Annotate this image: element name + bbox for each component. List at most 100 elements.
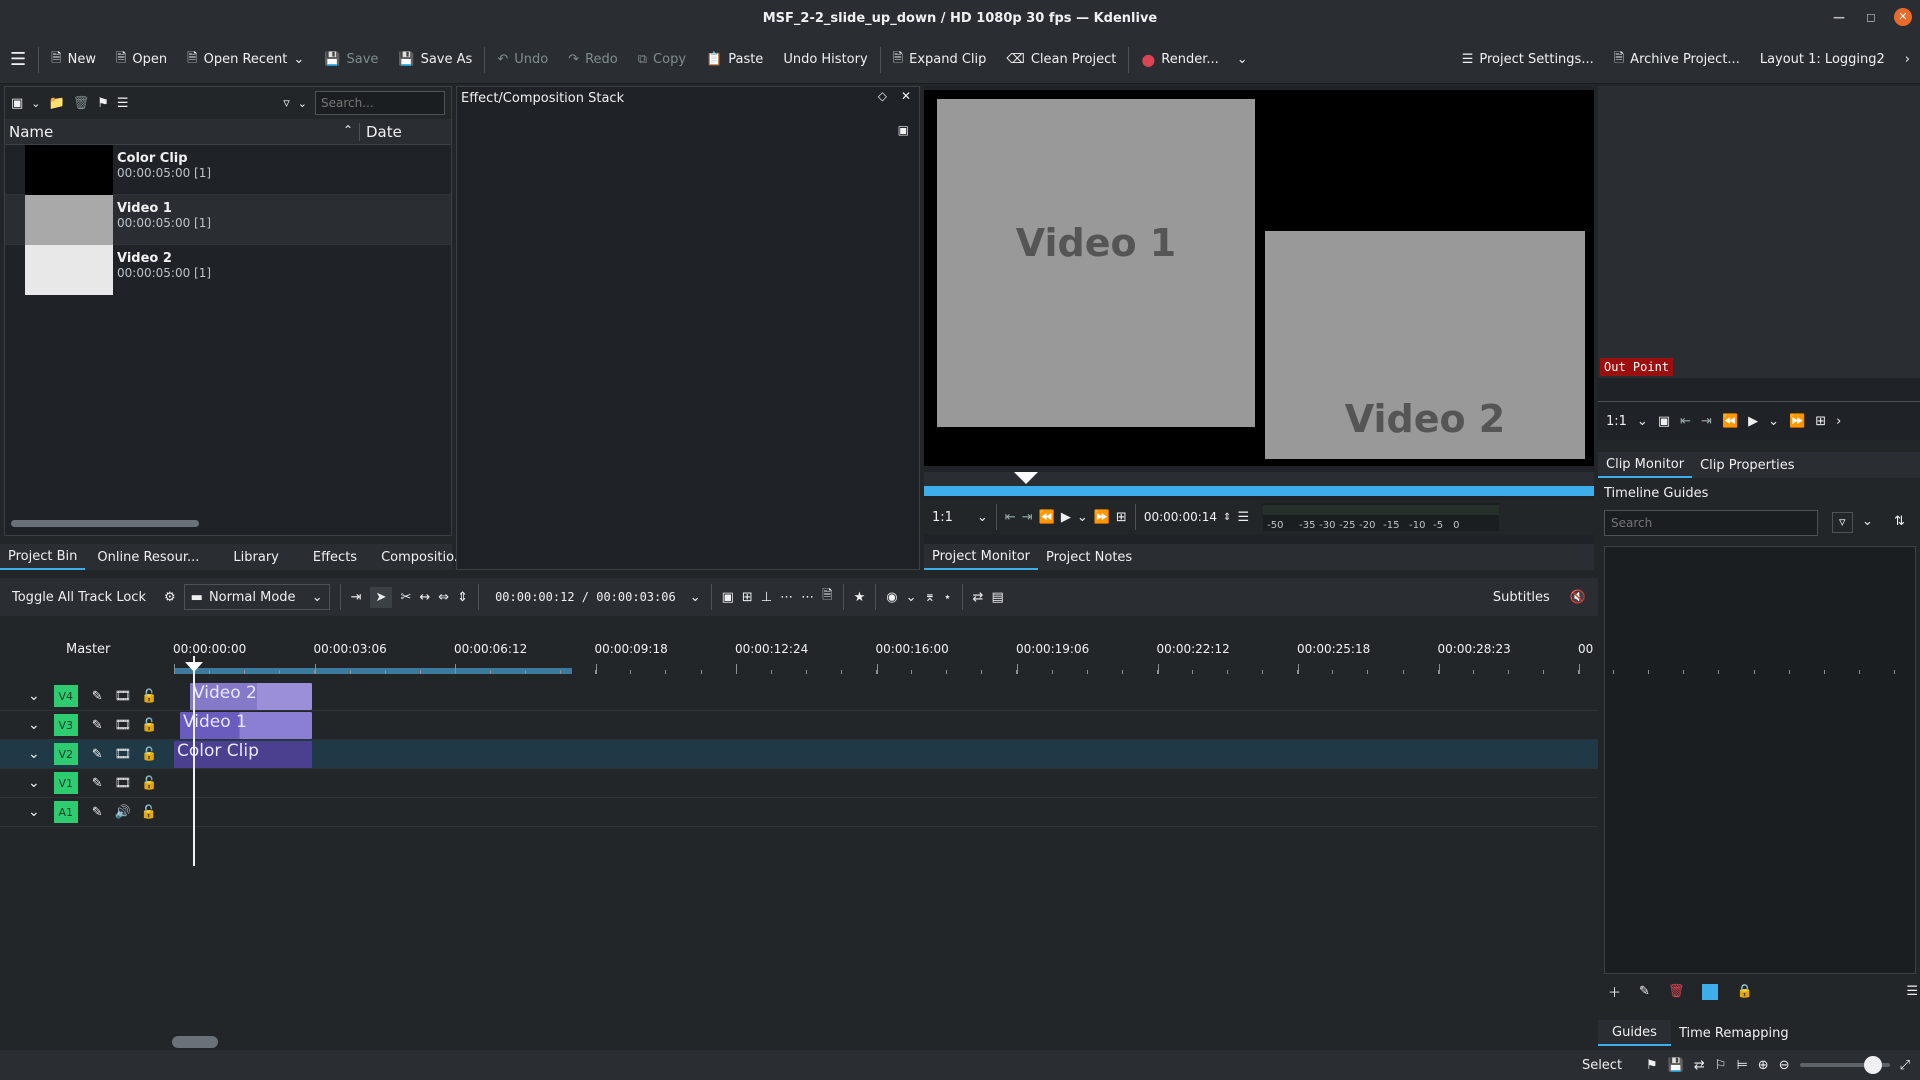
zoom-out-icon[interactable]: ⊖ — [1779, 1058, 1790, 1073]
delete-icon[interactable]: 🗑 — [73, 96, 90, 111]
chevron-down-icon[interactable]: ⌄ — [1077, 510, 1088, 525]
effects-wand-icon[interactable]: ✎ — [92, 776, 103, 791]
rewind-icon[interactable]: ⏪ — [1722, 414, 1738, 429]
lock-icon[interactable]: 🔓 — [141, 718, 157, 733]
edit-guide-icon[interactable]: ✎ — [1639, 984, 1650, 999]
lock-icon[interactable]: 🔓 — [141, 747, 157, 762]
timeline-settings-icon[interactable]: ⇄ — [973, 590, 984, 605]
flag-icon[interactable]: ⚐ — [1715, 1058, 1727, 1073]
set-out-point-icon[interactable]: ⇥ — [1022, 510, 1033, 525]
add-guide-icon[interactable]: ＋ — [1608, 982, 1621, 1001]
redo-button[interactable]: ↷ Redo — [558, 42, 628, 78]
track-a1[interactable]: ⌄ A1 ✎ 🔊 🔓 — [0, 798, 1598, 827]
layout-button[interactable]: Layout 1: Logging2 — [1750, 42, 1895, 78]
open-button[interactable]: 🗎 Open — [106, 42, 177, 78]
select-tool-icon[interactable]: ➤ — [369, 586, 393, 608]
track-v3[interactable]: ⌄ V3 ✎ 🎞 🔓 Video 1 — [0, 711, 1598, 740]
razor-tool-icon[interactable]: ✂ — [400, 590, 411, 605]
film-icon[interactable]: 🎞 — [115, 718, 132, 733]
tab-effects[interactable]: Effects — [305, 544, 365, 570]
film-icon[interactable]: 🎞 — [115, 747, 132, 762]
chevron-down-icon[interactable]: ⌄ — [1862, 514, 1873, 529]
add-clip-icon[interactable]: ▣ — [11, 96, 23, 111]
guides-menu-icon[interactable]: ☰ — [1906, 984, 1918, 999]
subtitle-icon[interactable]: ▤ — [991, 590, 1003, 605]
play-icon[interactable]: ▶ — [1748, 414, 1758, 429]
chevron-down-icon[interactable]: ⌄ — [1768, 414, 1779, 429]
rewind-icon[interactable]: ⏪ — [1039, 510, 1055, 525]
save-as-button[interactable]: 💾 Save As — [388, 42, 482, 78]
set-in-point-icon[interactable]: ⇤ — [1005, 510, 1016, 525]
collapse-track-icon[interactable]: ⌄ — [28, 688, 40, 704]
track-v2[interactable]: ⌄ V2 ✎ 🎞 🔓 Color Clip — [0, 740, 1598, 769]
timeline-zone-bar[interactable] — [174, 668, 572, 674]
expand-clip-button[interactable]: 🗎 Expand Clip — [883, 42, 997, 78]
clip-monitor-ruler[interactable] — [1598, 382, 1920, 402]
chevron-down-icon[interactable]: ⌄ — [31, 97, 40, 110]
guides-list[interactable] — [1604, 546, 1916, 974]
new-button[interactable]: 🗎 New — [41, 42, 106, 78]
fit-icon[interactable]: ▣ — [1658, 414, 1670, 429]
date-column-header[interactable]: Date — [360, 123, 402, 141]
tab-guides[interactable]: Guides — [1598, 1020, 1671, 1046]
chevron-down-icon[interactable]: ⌄ — [298, 97, 307, 110]
filter-icon[interactable]: ▿ — [1832, 512, 1853, 533]
save-icon[interactable]: 💾 — [1668, 1058, 1684, 1073]
film-icon[interactable]: 🎞 — [115, 776, 132, 791]
snap-icon[interactable]: ⌆ — [925, 590, 936, 605]
track-v4[interactable]: ⌄ V4 ✎ 🎞 🔓 Video 2 — [0, 682, 1598, 711]
track-label[interactable]: V3 — [53, 714, 78, 736]
toggle-all-track-lock-button[interactable]: Toggle All Track Lock — [12, 590, 146, 605]
collapse-track-icon[interactable]: ⌄ — [28, 746, 40, 762]
track-v1[interactable]: ⌄ V1 ✎ 🎞 🔓 — [0, 769, 1598, 798]
overwrite-icon[interactable]: ⊞ — [742, 590, 753, 605]
track-label[interactable]: A1 — [53, 801, 78, 823]
fast-forward-icon[interactable]: ⏩ — [1094, 510, 1110, 525]
undo-button[interactable]: ↶ Undo — [487, 42, 558, 78]
guide-color-swatch[interactable] — [1702, 983, 1719, 1000]
collapse-track-icon[interactable]: ⌄ — [28, 717, 40, 733]
toolbar-overflow-button[interactable]: › — [1895, 42, 1920, 78]
archive-project-button[interactable]: 🗎 Archive Project... — [1604, 42, 1750, 78]
timeline-clip[interactable]: Video 2 — [190, 683, 312, 710]
favorite-star-icon[interactable]: ★ — [854, 590, 866, 605]
remove-space-icon[interactable]: ⋆ — [943, 590, 951, 605]
minimize-icon[interactable]: — — [1830, 10, 1848, 24]
track-label[interactable]: V2 — [53, 743, 78, 765]
master-label[interactable]: Master — [66, 642, 110, 657]
tab-clip-properties[interactable]: Clip Properties — [1692, 452, 1802, 478]
chevron-down-icon[interactable]: ⌄ — [977, 510, 988, 525]
tab-project-notes[interactable]: Project Notes — [1038, 544, 1140, 570]
bin-item[interactable]: Color Clip 00:00:05:00 [1] — [5, 145, 451, 195]
extract-icon[interactable]: ⋯ — [780, 590, 793, 605]
lock-icon[interactable]: 🔓 — [141, 805, 157, 820]
play-icon[interactable]: ▶ — [1061, 510, 1071, 525]
monitor-timecode[interactable]: 00:00:00:14 — [1144, 510, 1217, 524]
subtitles-button[interactable]: Subtitles — [1493, 590, 1550, 605]
close-icon[interactable]: ✕ — [1894, 8, 1912, 26]
bin-item[interactable]: Video 2 00:00:05:00 [1] — [5, 245, 451, 295]
fast-forward-icon[interactable]: ⏩ — [1789, 414, 1805, 429]
paste-button[interactable]: 📋 Paste — [696, 42, 773, 78]
spin-arrows-icon[interactable]: ⇕ — [1223, 512, 1231, 523]
tag-icon[interactable]: ⚑ — [97, 96, 109, 111]
render-button[interactable]: ● Render... ⌄ — [1131, 42, 1257, 78]
effects-wand-icon[interactable]: ✎ — [92, 689, 103, 704]
tag-icon[interactable]: ⚑ — [1646, 1058, 1658, 1073]
save-button[interactable]: 💾 Save — [314, 42, 388, 78]
slip-tool-icon[interactable]: ↔ — [419, 590, 430, 605]
clean-project-button[interactable]: ⌫ Clean Project — [996, 42, 1126, 78]
monitor-zoom[interactable]: 1:1 — [932, 510, 953, 525]
speaker-icon[interactable]: 🔊 — [115, 805, 131, 820]
snap-icon[interactable]: ⇄ — [1694, 1058, 1705, 1073]
tab-project-bin[interactable]: Project Bin — [0, 544, 86, 570]
timeline-scrollbar[interactable] — [172, 1036, 218, 1048]
chevron-down-icon[interactable]: ⌄ — [690, 590, 701, 605]
crop-icon[interactable]: ⊞ — [1815, 414, 1826, 429]
tab-clip-monitor[interactable]: Clip Monitor — [1598, 452, 1693, 478]
effects-wand-icon[interactable]: ✎ — [92, 747, 103, 762]
track-settings-icon[interactable]: ⚙ — [164, 590, 176, 605]
export-icon[interactable]: 🗎 — [822, 586, 832, 608]
tab-time-remapping[interactable]: Time Remapping — [1671, 1020, 1797, 1046]
maximize-icon[interactable]: ◻ — [1862, 10, 1880, 24]
